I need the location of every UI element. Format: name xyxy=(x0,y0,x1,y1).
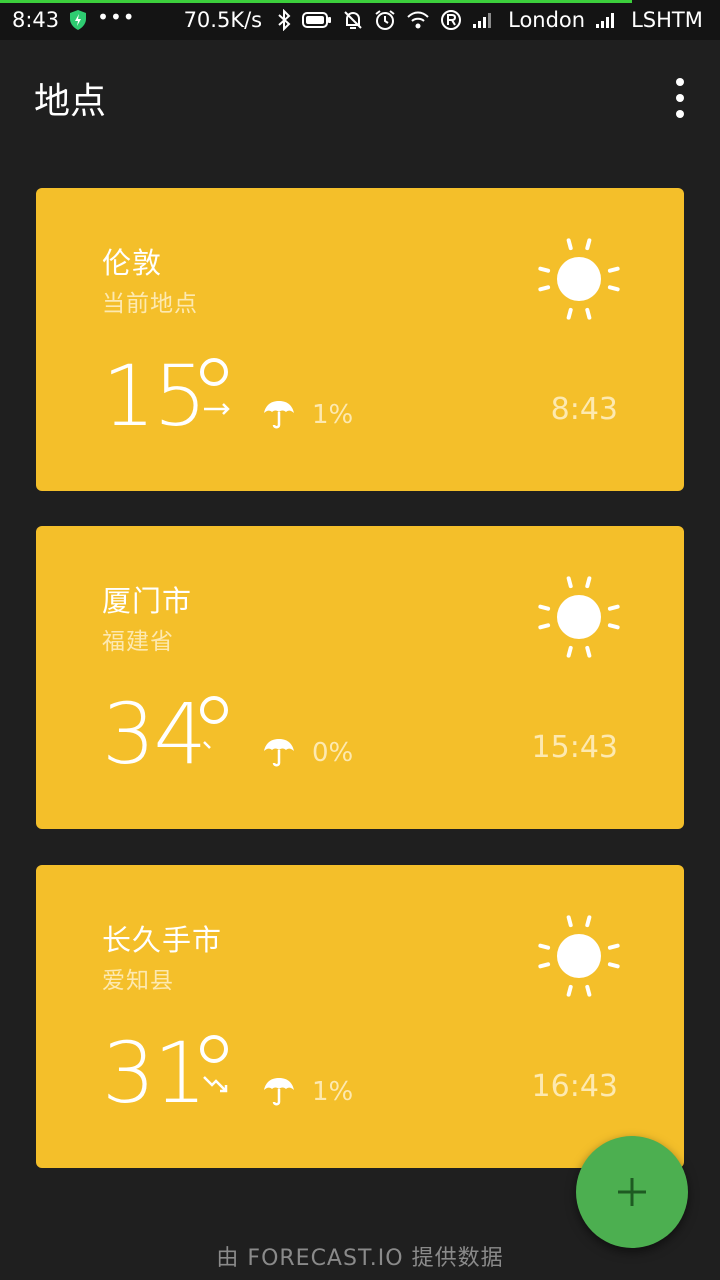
sun-icon xyxy=(538,238,620,320)
shield-icon xyxy=(70,10,87,30)
location-name: 伦敦 xyxy=(102,246,163,280)
precipitation-chance: 0% xyxy=(312,738,354,768)
carrier-name: London xyxy=(508,8,586,32)
degree-symbol xyxy=(200,696,228,724)
carrier-name: LSHTM xyxy=(631,8,703,32)
notification-more-icon: ••• xyxy=(97,5,136,29)
app-screen: 8:43 ••• 70.5K/s London LSHTM 地点 伦敦 当前地点… xyxy=(0,0,720,1280)
umbrella-icon xyxy=(264,401,294,429)
location-card-xiamen[interactable]: 厦门市 福建省 34 0% 15:43 xyxy=(36,526,684,829)
bluetooth-icon xyxy=(278,9,291,31)
degree-symbol xyxy=(200,358,228,386)
umbrella-icon xyxy=(264,1078,294,1106)
mute-bell-icon xyxy=(344,11,362,29)
app-bar: 地点 xyxy=(0,40,720,156)
network-speed: 70.5K/s xyxy=(183,8,263,32)
temperature: 15 xyxy=(102,347,207,445)
status-time: 8:43 xyxy=(12,8,60,32)
status-bar: 8:43 ••• 70.5K/s London LSHTM xyxy=(0,0,720,40)
alarm-icon xyxy=(375,10,395,30)
plus-icon xyxy=(618,1178,646,1206)
location-region: 福建省 xyxy=(102,629,174,655)
umbrella-icon xyxy=(264,739,294,767)
signal-icon xyxy=(596,13,615,28)
sun-icon xyxy=(538,915,620,997)
precipitation-chance: 1% xyxy=(312,1077,354,1107)
data-attribution: 由 FORECAST.IO 提供数据 xyxy=(216,1246,504,1271)
trend-falling-slight-icon xyxy=(203,741,211,749)
local-time: 8:43 xyxy=(550,392,618,427)
more-vert-icon[interactable] xyxy=(670,78,690,118)
local-time: 16:43 xyxy=(531,1069,618,1104)
temperature: 34 xyxy=(102,685,207,783)
local-time: 15:43 xyxy=(531,730,618,765)
wifi-icon xyxy=(407,11,429,29)
precipitation-chance: 1% xyxy=(312,400,354,430)
registered-icon xyxy=(441,10,462,30)
temperature: 31 xyxy=(102,1024,207,1122)
battery-icon xyxy=(302,12,332,28)
location-region: 当前地点 xyxy=(102,291,198,317)
location-card-nagakute[interactable]: 长久手市 爱知县 31 1% 16:43 xyxy=(36,865,684,1168)
location-name: 厦门市 xyxy=(102,584,193,618)
sun-icon xyxy=(538,576,620,658)
location-card-london[interactable]: 伦敦 当前地点 15 1% 8:43 xyxy=(36,188,684,491)
signal-icon xyxy=(473,13,492,28)
trend-steady-icon xyxy=(204,403,230,415)
add-location-button[interactable] xyxy=(576,1136,688,1248)
trend-falling-icon xyxy=(203,1076,228,1093)
status-progress-line xyxy=(0,0,632,3)
degree-symbol xyxy=(200,1035,228,1063)
location-region: 爱知县 xyxy=(102,968,174,994)
location-name: 长久手市 xyxy=(102,923,223,957)
page-title: 地点 xyxy=(34,81,107,122)
